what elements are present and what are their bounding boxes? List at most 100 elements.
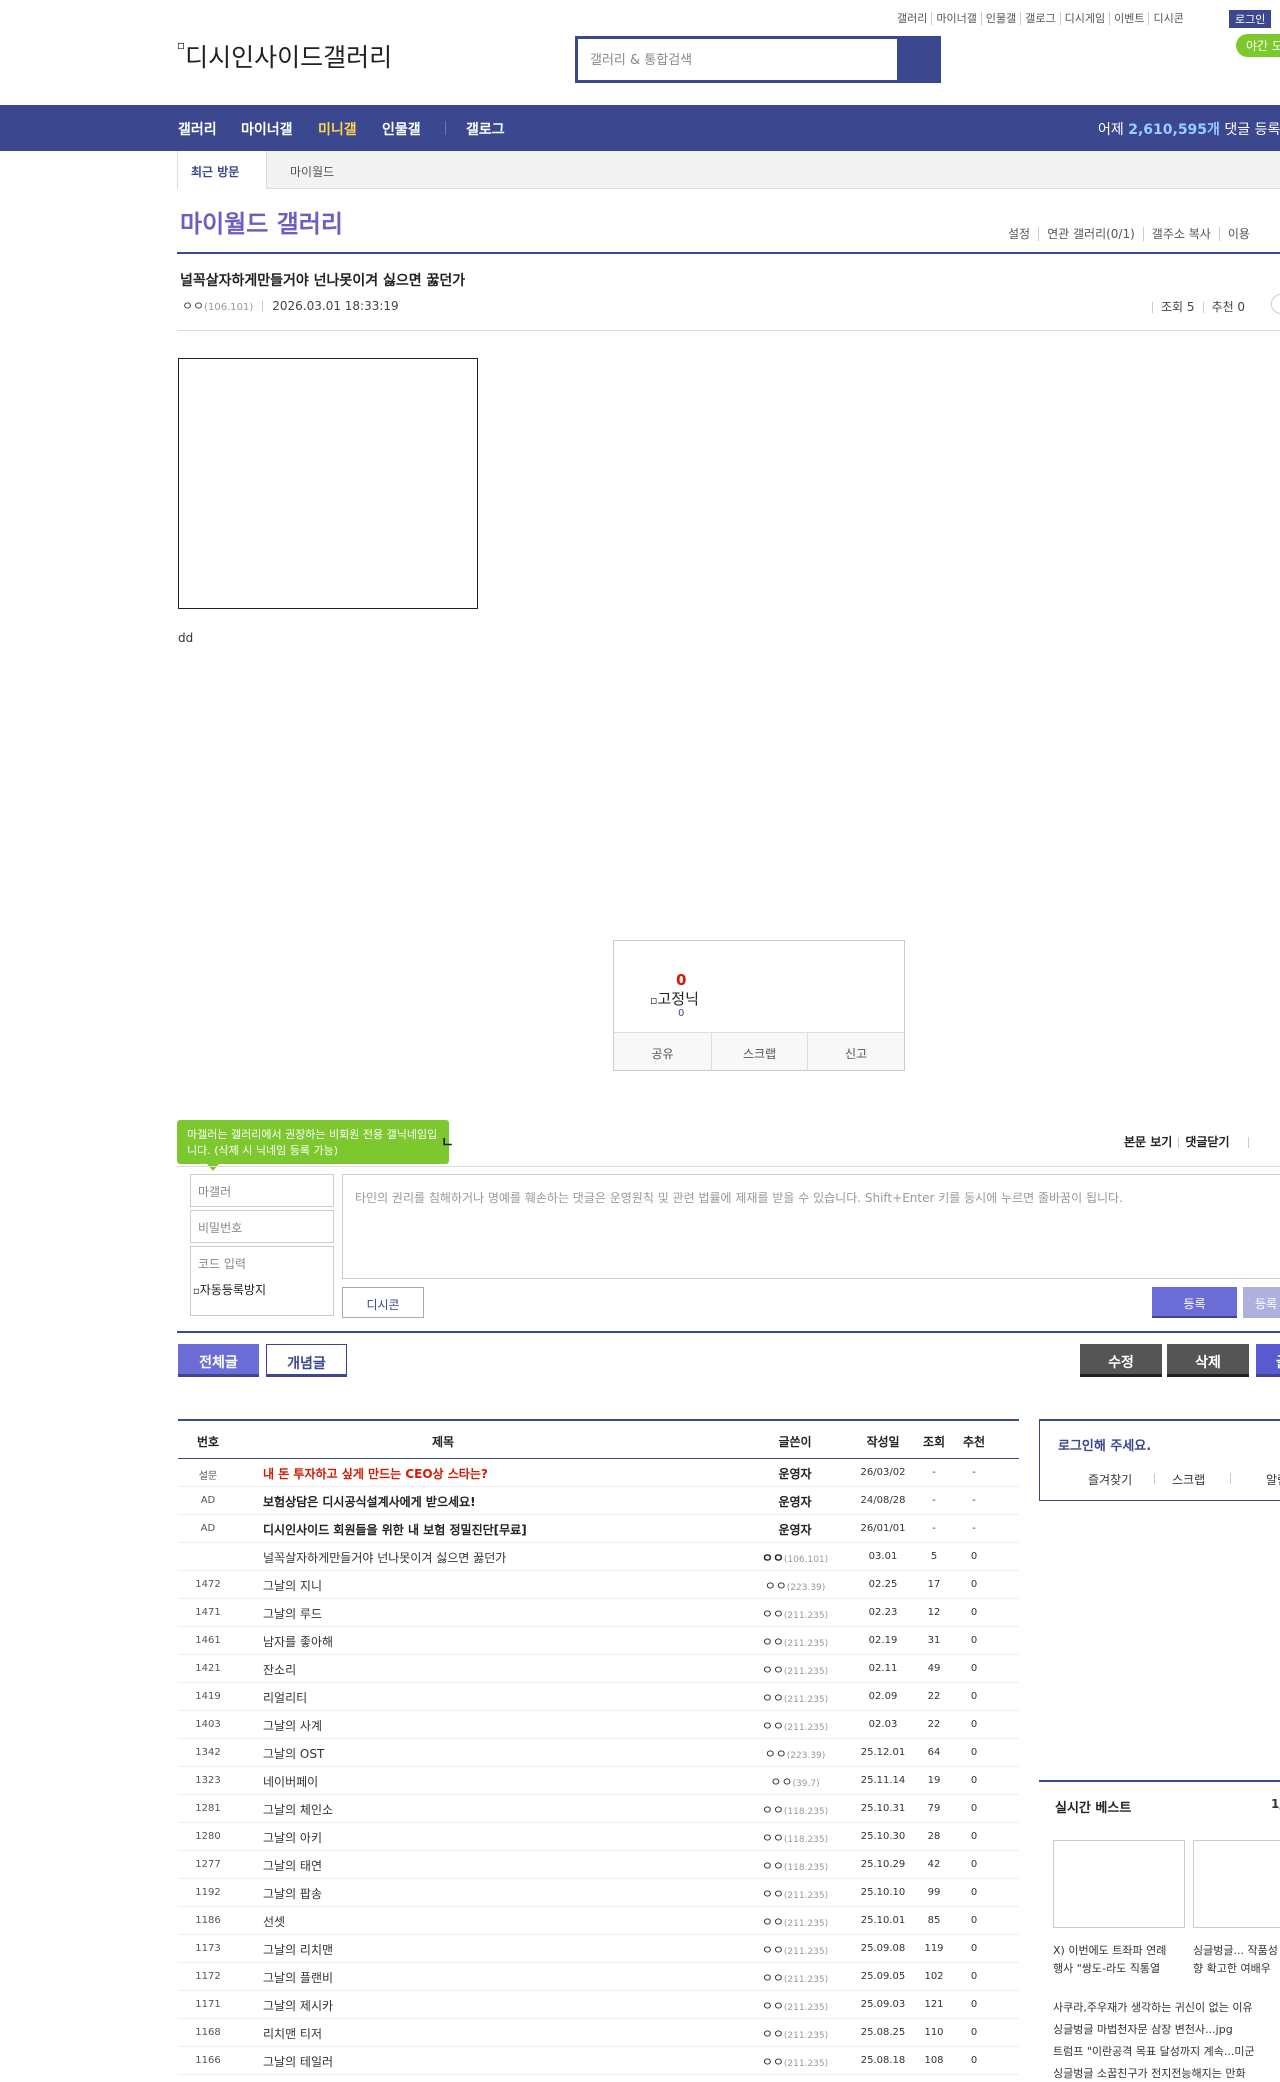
best-caption[interactable]: 싱글벙글... 작품성 향 확고한 여배우 (1193, 1942, 1280, 1978)
table-row[interactable]: AD 디시인사이드 회원들을 위한 내 보험 정밀진단[무료] 운영자 26/01/0… (178, 1515, 1019, 1543)
nav-minor[interactable]: 마이너갤 (241, 119, 293, 139)
nav-gallog[interactable]: 갤로그 (466, 119, 505, 139)
writer-name[interactable]: ㅇㅇ (762, 1943, 784, 1957)
favorites-link[interactable]: 즐겨찾기 (1088, 1471, 1132, 1488)
gallery-title[interactable]: 마이월드 갤러리 (180, 204, 343, 239)
table-row[interactable]: 1280 그날의 아키 ㅇㅇ(118.235) 25.10.30 28 0 (178, 1823, 1019, 1851)
top-menu-game[interactable]: 디시게임 (1059, 12, 1110, 25)
delete-button[interactable]: 삭제 (1167, 1344, 1249, 1377)
table-row[interactable]: 1472 그날의 지니 ㅇㅇ(223.39) 02.25 17 0 (178, 1571, 1019, 1599)
table-row[interactable]: 설문 내 돈 투자하고 싶게 만드는 CEO상 스타는? 운영자 26/03/02- - (178, 1459, 1019, 1487)
writer-name[interactable]: ㅇㅇ (762, 1635, 784, 1649)
writer-name[interactable]: 운영자 (778, 1523, 811, 1537)
table-row[interactable]: 1419 리얼리티 ㅇㅇ(211.235) 02.09 22 0 (178, 1683, 1019, 1711)
writer-name[interactable]: ㅇㅇ (762, 1859, 784, 1873)
table-row[interactable]: 1461 남자를 좋아해 ㅇㅇ(211.235) 02.19 31 0 (178, 1627, 1019, 1655)
table-row[interactable]: 1168 리치맨 티저 ㅇㅇ(211.235) 25.08.25 110 0 (178, 2019, 1019, 2047)
table-row[interactable]: 1277 그날의 태연 ㅇㅇ(118.235) 25.10.29 42 0 (178, 1851, 1019, 1879)
nav-mini[interactable]: 미니갤 (318, 119, 357, 139)
share-button[interactable]: 공유 (614, 1033, 712, 1071)
close-comments-link[interactable]: 댓글닫기 (1185, 1135, 1229, 1149)
writer-name[interactable]: ㅇㅇ (762, 1887, 784, 1901)
table-row[interactable]: 1171 그날의 제시카 ㅇㅇ(211.235) 25.09.03 121 0 (178, 1991, 1019, 2019)
writer-name[interactable]: ㅇㅇ (765, 1747, 787, 1761)
recent-visit-tab[interactable]: 최근 방문 (177, 151, 267, 189)
table-row[interactable]: 1403 그날의 사계 ㅇㅇ(211.235) 02.03 22 0 (178, 1711, 1019, 1739)
writer-name[interactable]: ㅇㅇ (762, 1971, 784, 1985)
scrap-button[interactable]: 스크랩 (712, 1033, 808, 1071)
table-row[interactable]: 1471 그날의 루드 ㅇㅇ(211.235) 02.23 12 0 (178, 1599, 1019, 1627)
best-thumb[interactable] (1053, 1840, 1185, 1928)
report-button[interactable]: 신고 (808, 1033, 904, 1071)
submit-recommend-button[interactable]: 등록 (1243, 1287, 1280, 1318)
login-button[interactable]: 로그인 (1229, 10, 1272, 28)
table-row[interactable]: 1421 잔소리 ㅇㅇ(211.235) 02.11 49 0 (178, 1655, 1019, 1683)
more-options-icon[interactable] (1271, 294, 1280, 314)
table-row[interactable]: 1186 선셋 ㅇㅇ(211.235) 25.10.01 85 0 (178, 1907, 1019, 1935)
best-list-item[interactable]: 싱글벙글 마법천자문 삼장 변천사...jpg (1053, 2019, 1280, 2041)
dccon-button[interactable]: 디시콘 (342, 1287, 424, 1318)
table-row[interactable]: 1323 네이버페이 ㅇㅇ(39.7) 25.11.14 19 0 (178, 1767, 1019, 1795)
writer-name[interactable]: ㅇㅇ (765, 1579, 787, 1593)
write-button[interactable]: 글 (1256, 1344, 1280, 1377)
password-field[interactable]: 비밀번호 (190, 1210, 334, 1243)
writer-name[interactable]: ㅇㅇ (762, 1999, 784, 2013)
post-image[interactable] (178, 358, 478, 609)
login-prompt[interactable]: 로그인해 주세요. (1058, 1435, 1151, 1454)
comment-textarea[interactable]: 타인의 권리를 침해하거나 명예를 훼손하는 댓글은 운영원칙 및 관련 법률에… (342, 1174, 1280, 1279)
view-body-link[interactable]: 본문 보기 (1124, 1135, 1172, 1149)
writer-name[interactable]: ㅇㅇ (762, 1691, 784, 1705)
recent-visit-item[interactable]: 마이월드 (290, 163, 334, 180)
writer-name[interactable]: ㅇㅇ (762, 1719, 784, 1733)
submit-button[interactable]: 등록 (1152, 1287, 1237, 1318)
writer-name[interactable]: 운영자 (778, 1467, 811, 1481)
top-menu-gallery[interactable]: 갤러리 (893, 12, 931, 25)
related-galleries[interactable]: 연관 갤러리(0/1) (1038, 227, 1143, 241)
writer-name[interactable]: ㅇㅇ (762, 1915, 784, 1929)
search-input[interactable]: 갤러리 & 통합검색 (578, 39, 898, 80)
copy-address[interactable]: 갤주소 복사 (1142, 227, 1219, 241)
edit-button[interactable]: 수정 (1080, 1344, 1162, 1377)
all-posts-button[interactable]: 전체글 (178, 1344, 259, 1377)
search-button[interactable] (898, 39, 941, 80)
top-menu-event[interactable]: 이벤트 (1109, 12, 1149, 25)
writer-name[interactable]: ㅇㅇ (762, 2055, 784, 2069)
table-row[interactable]: 1172 그날의 플랜비 ㅇㅇ(211.235) 25.09.05 102 0 (178, 1963, 1019, 1991)
best-thumb[interactable] (1193, 1840, 1280, 1928)
table-row[interactable]: 널꼭살자하게만들거야 넌나못이겨 싫으면 꿇던가 ㅇㅇ(106.101) 03.01… (178, 1543, 1019, 1571)
table-row[interactable]: AD 보험상담은 디시공식설계사에게 받으세요! 운영자 24/08/28- - (178, 1487, 1019, 1515)
best-list-item[interactable]: 싱글벙글 소꿉친구가 전지전능해지는 만화 (1053, 2063, 1280, 2082)
table-row[interactable]: 1173 그날의 리치맨 ㅇㅇ(211.235) 25.09.08 119 0 (178, 1935, 1019, 1963)
writer-name[interactable]: ㅇㅇ (770, 1775, 792, 1789)
scrap-link[interactable]: 스크랩 (1172, 1471, 1205, 1488)
writer-name[interactable]: ㅇㅇ (762, 1803, 784, 1817)
writer-name[interactable]: ㅇㅇ (762, 2027, 784, 2041)
best-list-item[interactable]: 사쿠라,주우재가 생각하는 귀신이 없는 이유 (1053, 1997, 1280, 2019)
top-menu-dccon[interactable]: 디시콘 (1148, 12, 1188, 25)
top-menu-gallog[interactable]: 갤로그 (1020, 12, 1060, 25)
post-writer[interactable]: ㅇㅇ (182, 299, 204, 313)
notification-link[interactable]: 알림 (1266, 1471, 1280, 1488)
table-row[interactable]: 1166 그날의 테일러 ㅇㅇ(211.235) 25.08.18 108 0 (178, 2047, 1019, 2075)
nav-gallery[interactable]: 갤러리 (178, 119, 217, 139)
nav-person[interactable]: 인물갤 (382, 119, 421, 139)
table-row[interactable]: 1281 그날의 체인소 ㅇㅇ(118.235) 25.10.31 79 0 (178, 1795, 1019, 1823)
concept-posts-button[interactable]: 개념글 (266, 1344, 347, 1377)
top-menu-person[interactable]: 인물갤 (980, 12, 1021, 25)
top-menu-minor[interactable]: 마이너갤 (931, 12, 981, 25)
night-mode-toggle[interactable]: 야간 모 (1236, 34, 1280, 57)
name-field[interactable]: 마갤러 (190, 1174, 334, 1207)
best-caption[interactable]: X) 이번에도 트좌파 연례 행사 "쌍도-라도 직통열 (1053, 1942, 1185, 1978)
table-row[interactable]: 1342 그날의 OST ㅇㅇ(223.39) 25.12.01 64 0 (178, 1739, 1019, 1767)
writer-name[interactable]: ㅇㅇ (762, 1551, 784, 1565)
writer-name[interactable]: ㅇㅇ (762, 1831, 784, 1845)
usage[interactable]: 이용 (1218, 227, 1258, 241)
gallery-settings[interactable]: 설정 (1008, 227, 1038, 241)
writer-name[interactable]: 운영자 (778, 1495, 811, 1509)
site-logo[interactable]: ▫디시인사이드갤러리 (177, 38, 392, 74)
recommend-count[interactable]: 0 (676, 971, 686, 989)
writer-name[interactable]: ㅇㅇ (762, 1663, 784, 1677)
best-list-item[interactable]: 트럼프 "이란공격 목표 달성까지 계속...미군 (1053, 2041, 1280, 2063)
table-row[interactable]: 1192 그날의 팝송 ㅇㅇ(211.235) 25.10.10 99 0 (178, 1879, 1019, 1907)
writer-name[interactable]: ㅇㅇ (762, 1607, 784, 1621)
